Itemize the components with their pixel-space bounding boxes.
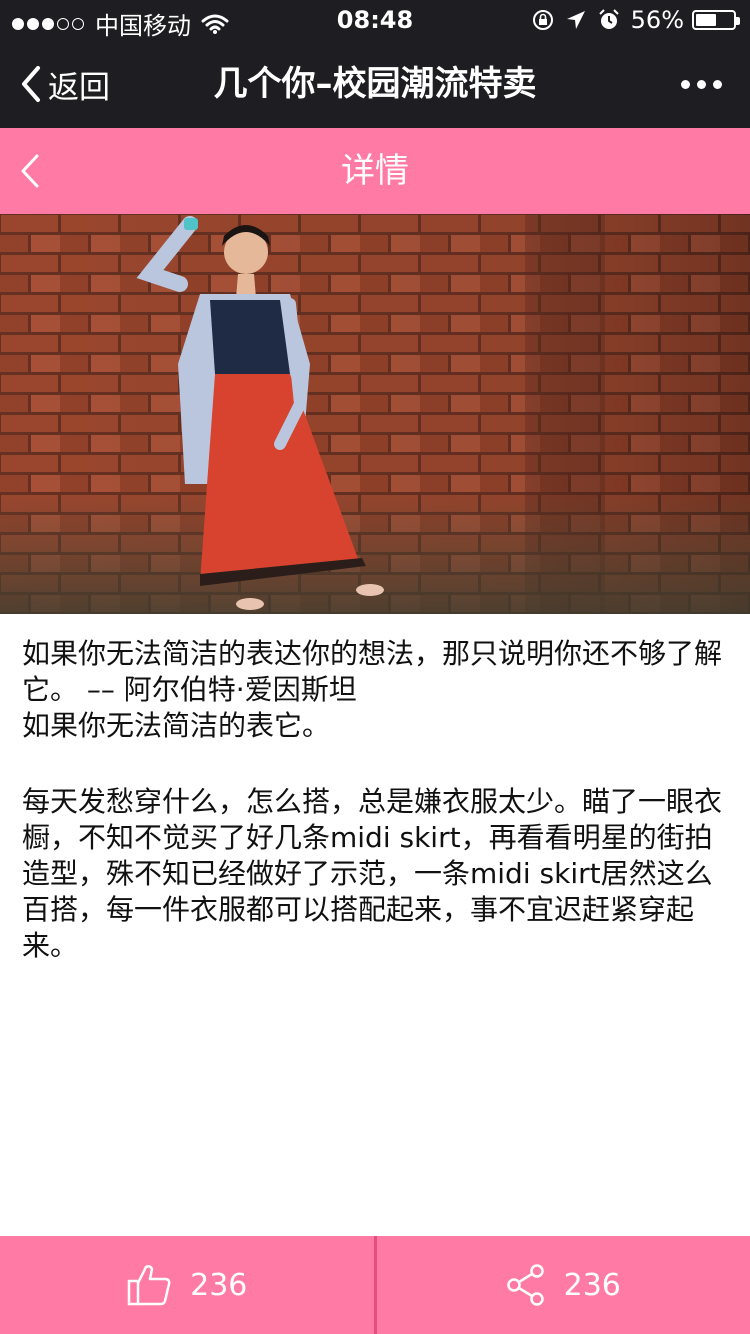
detail-header: 详情: [0, 128, 750, 214]
bottom-action-bar: 236 236: [0, 1236, 750, 1334]
detail-title: 详情: [341, 151, 409, 191]
quote-summary: 如果你无法简洁的表它。: [22, 709, 331, 742]
battery-percent: 56%: [630, 6, 684, 34]
orientation-lock-icon: [532, 10, 553, 30]
status-bar: 中国移动 08:48 56%: [0, 0, 750, 40]
article-body: 如果你无法简洁的表达你的想法，那只说明你还不够了解它。 –– 阿尔伯特·爱因斯坦…: [22, 636, 728, 964]
chevron-left-icon: [21, 154, 39, 188]
battery-icon: [692, 10, 740, 30]
quote-text: 如果你无法简洁的表达你的想法，那只说明你还不够了解它。 –– 阿尔伯特·爱因斯坦: [22, 637, 723, 706]
detail-back-button[interactable]: [18, 128, 42, 214]
like-count: 236: [190, 1267, 248, 1303]
alarm-icon: [598, 9, 619, 29]
nav-bar: 返回 几个你–校园潮流特卖: [0, 40, 750, 128]
hero-photo: [0, 214, 750, 614]
share-count: 236: [563, 1267, 621, 1303]
share-button[interactable]: 236: [376, 1236, 750, 1334]
thumbs-up-icon: [127, 1265, 171, 1306]
more-button[interactable]: [674, 40, 722, 128]
page-title: 几个你–校园潮流特卖: [213, 64, 537, 104]
article-paragraph: 每天发愁穿什么，怎么搭，总是嫌衣服太少。瞄了一眼衣橱，不知不觉买了好几条midi…: [22, 785, 723, 962]
chevron-left-icon: [22, 66, 40, 102]
like-button[interactable]: 236: [0, 1236, 374, 1334]
more-dots-icon: [681, 79, 690, 89]
location-icon: [566, 11, 585, 29]
nav-back-label: 返回: [48, 69, 110, 106]
share-icon: [506, 1264, 544, 1306]
nav-back-button[interactable]: 返回: [18, 40, 110, 128]
